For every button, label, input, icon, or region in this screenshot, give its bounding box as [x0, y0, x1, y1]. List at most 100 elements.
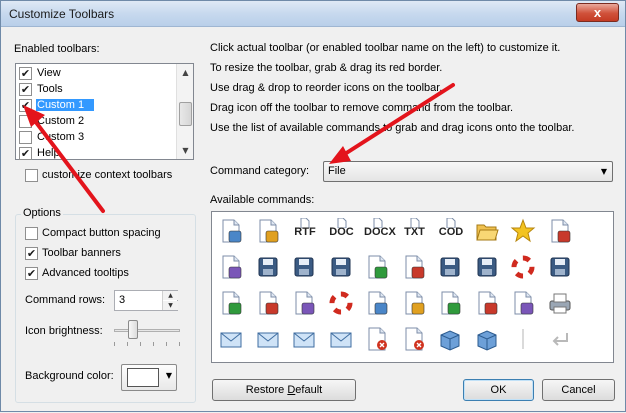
restore-default-button[interactable]: Restore Default — [212, 379, 356, 401]
toolbar-label: Custom 1 — [36, 99, 95, 111]
search-doc-icon[interactable] — [291, 290, 319, 318]
cancel-button[interactable]: Cancel — [542, 379, 615, 401]
rtf-icon[interactable]: RTF — [291, 218, 319, 246]
toolbar-list-scrollbar[interactable]: ▲ ▼ — [176, 64, 193, 159]
wrench-star-icon[interactable] — [547, 218, 575, 246]
package-star-icon[interactable] — [437, 326, 465, 354]
toolbar-checkbox[interactable] — [19, 131, 32, 144]
toolbar-label: View — [37, 67, 61, 79]
close-button[interactable]: x — [576, 3, 619, 22]
email-user-icon[interactable] — [255, 326, 283, 354]
command-category-label: Command category: — [210, 165, 310, 177]
open-folder-icon[interactable] — [474, 218, 502, 246]
icon-brightness-thumb[interactable] — [128, 320, 138, 339]
save-picture-icon[interactable] — [437, 254, 465, 282]
advanced-tooltips-label: Advanced tooltips — [42, 267, 129, 279]
scroll-up-icon[interactable]: ▲ — [178, 65, 193, 80]
email-doc-icon[interactable] — [291, 326, 319, 354]
separator-icon[interactable] — [510, 326, 538, 354]
network-save-icon[interactable] — [547, 254, 575, 282]
background-color-label: Background color: — [25, 370, 114, 382]
command-rows-value[interactable]: 3 — [119, 294, 125, 306]
available-commands-label: Available commands: — [210, 194, 315, 206]
ok-button[interactable]: OK — [463, 379, 534, 401]
print-preview-icon[interactable] — [510, 290, 538, 318]
copy-document-icon[interactable] — [255, 218, 283, 246]
green-doc-icon[interactable] — [364, 254, 392, 282]
email-icon[interactable] — [218, 326, 246, 354]
toolbar-label: Tools — [37, 83, 63, 95]
toolbar-list-item[interactable]: ✔ Help — [18, 146, 176, 162]
toolbar-list-item[interactable]: ✔ View — [18, 66, 176, 82]
new-document-icon[interactable] — [218, 218, 246, 246]
green-arrows-doc-icon[interactable] — [255, 290, 283, 318]
save-multiple-icon[interactable] — [328, 254, 356, 282]
printer-icon[interactable] — [547, 290, 575, 318]
command-format-label: COD — [438, 226, 464, 238]
delete-copy-icon[interactable] — [401, 326, 429, 354]
toolbar-banners-checkbox[interactable]: ✔ — [25, 247, 38, 260]
delete-doc-icon[interactable] — [364, 326, 392, 354]
toolbar-list-item[interactable]: ✔ Custom 1 — [18, 98, 176, 114]
edit-doc-icon[interactable] — [401, 290, 429, 318]
save-copy-icon[interactable] — [474, 254, 502, 282]
colored-docs-icon[interactable] — [218, 254, 246, 282]
instruction-line: Drag icon off the toolbar to remove comm… — [210, 102, 514, 114]
docx-icon[interactable]: DOCX — [364, 218, 396, 246]
scroll-down-icon[interactable]: ▼ — [178, 143, 193, 158]
toolbar-list-item[interactable]: Custom 2 — [18, 114, 176, 130]
package-icon[interactable] — [474, 326, 502, 354]
lifebuoy-save-icon[interactable] — [510, 254, 538, 282]
revert-doc-icon[interactable] — [437, 290, 465, 318]
options-legend: Options — [21, 207, 63, 219]
window-title: Customize Toolbars — [9, 7, 115, 21]
toolbar-banners-label: Toolbar banners — [42, 247, 121, 259]
title-bar[interactable]: Customize Toolbars x — [1, 1, 625, 27]
toolbar-list-item[interactable]: ✔ Tools — [18, 82, 176, 98]
send-network-icon[interactable] — [328, 326, 356, 354]
doc-list-icon[interactable] — [474, 290, 502, 318]
return-arrow-icon[interactable] — [547, 326, 575, 354]
enabled-toolbars-label: Enabled toolbars: — [14, 43, 100, 55]
command-rows-label: Command rows: — [25, 294, 106, 306]
available-commands-panel[interactable]: RTF DOC DOCX TXT COD — [211, 211, 614, 363]
save-as-icon[interactable] — [291, 254, 319, 282]
toolbar-checkbox[interactable]: ✔ — [19, 99, 32, 112]
save-icon[interactable] — [255, 254, 283, 282]
enabled-toolbars-list[interactable]: ▲ ▼ ✔ View ✔ Tools ✔ Custom 1 Custom 2 Custom 3… — [15, 63, 194, 160]
star-icon[interactable] — [510, 218, 538, 246]
toolbar-label: Custom 2 — [37, 115, 85, 127]
txt-icon[interactable]: TXT — [401, 218, 429, 246]
toolbar-list-item[interactable]: Custom 3 — [18, 130, 176, 146]
stepper-up-icon[interactable]: ▲ — [163, 291, 178, 300]
instruction-line: To resize the toolbar, grab & drag its r… — [210, 62, 443, 74]
stepper-down-icon[interactable]: ▼ — [163, 301, 178, 310]
command-category-select[interactable]: File ▼ — [323, 161, 613, 182]
background-color-picker[interactable]: ▼ — [121, 364, 177, 391]
save-web-icon[interactable] — [401, 254, 429, 282]
icon-brightness-track[interactable] — [114, 329, 180, 332]
toolbar-label: Help — [37, 147, 60, 159]
scroll-thumb[interactable] — [179, 102, 192, 126]
toolbar-checkbox[interactable]: ✔ — [19, 147, 32, 160]
toolbar-checkbox[interactable] — [19, 115, 32, 128]
cod-icon[interactable]: COD — [437, 218, 465, 246]
network-user-icon[interactable] — [218, 290, 246, 318]
advanced-tooltips-checkbox[interactable]: ✔ — [25, 267, 38, 280]
command-category-value: File — [328, 165, 346, 177]
context-toolbars-label: customize context toolbars — [42, 169, 173, 181]
doc-icon[interactable]: DOC — [328, 218, 356, 246]
command-format-label: RTF — [294, 226, 316, 238]
instruction-line: Click actual toolbar (or enabled toolbar… — [210, 42, 561, 54]
toolbar-checkbox[interactable]: ✔ — [19, 67, 32, 80]
command-rows-stepper[interactable]: 3 ▲ ▼ — [114, 290, 178, 311]
lifebuoy-icon[interactable] — [328, 290, 356, 318]
toolbar-label: Custom 3 — [37, 131, 85, 143]
compact-spacing-checkbox[interactable] — [25, 227, 38, 240]
context-toolbars-checkbox[interactable] — [25, 169, 38, 182]
instruction-line: Use drag & drop to reorder icons on the … — [210, 82, 443, 94]
compact-spacing-label: Compact button spacing — [42, 227, 161, 239]
page-layout-icon[interactable] — [364, 290, 392, 318]
toolbar-checkbox[interactable]: ✔ — [19, 83, 32, 96]
brightness-ticks — [114, 342, 180, 346]
